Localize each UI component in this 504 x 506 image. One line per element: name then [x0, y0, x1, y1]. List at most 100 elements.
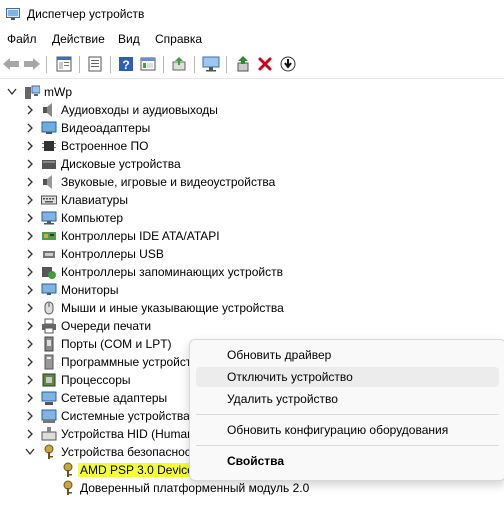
chevron-right-icon[interactable]	[24, 425, 36, 443]
menu-view[interactable]: Вид	[118, 32, 140, 46]
tree-item-print-queues[interactable]: Очереди печати	[0, 317, 504, 335]
ctx-item-label: Обновить драйвер	[227, 348, 332, 362]
chevron-right-icon[interactable]	[24, 119, 36, 137]
toolbar-separator	[194, 56, 195, 73]
enable-device-button[interactable]	[233, 54, 253, 74]
chevron-right-icon[interactable]	[24, 281, 36, 299]
tree-item-ide-controllers[interactable]: Контроллеры IDE ATA/ATAPI	[0, 227, 504, 245]
tree-item-label: Видеоадаптеры	[61, 121, 151, 135]
toolbar-separator	[110, 56, 111, 73]
toolbar-separator	[226, 56, 227, 73]
ctx-properties[interactable]: Свойства	[196, 451, 499, 471]
properties-button[interactable]	[54, 54, 74, 74]
chevron-right-icon[interactable]	[24, 263, 36, 281]
tree-item-computer[interactable]: Компьютер	[0, 209, 504, 227]
ctx-item-label: Обновить конфигурацию оборудования	[227, 423, 449, 437]
chevron-right-icon[interactable]	[24, 137, 36, 155]
chevron-down-icon[interactable]	[6, 83, 18, 101]
tree-root[interactable]: mWp	[0, 83, 504, 101]
chevron-right-icon[interactable]	[24, 173, 36, 191]
tree-item-label: Звуковые, игровые и видеоустройства	[61, 175, 276, 189]
tree-item-mice[interactable]: Мыши и иные указывающие устройства	[0, 299, 504, 317]
tree-item-label: Мониторы	[61, 283, 119, 297]
tree-item-label: Мыши и иные указывающие устройства	[61, 301, 284, 315]
chevron-right-icon[interactable]	[24, 101, 36, 119]
tree-item-label: Контроллеры USB	[61, 247, 164, 261]
tree-item-audio-io[interactable]: Аудиовходы и аудиовыходы	[0, 101, 504, 119]
tree-item-keyboards[interactable]: Клавиатуры	[0, 191, 504, 209]
tree-item-sound-devices[interactable]: Звуковые, игровые и видеоустройства	[0, 173, 504, 191]
chevron-right-icon[interactable]	[24, 335, 36, 353]
tree-item-label: Сетевые адаптеры	[61, 391, 168, 405]
chevron-right-icon[interactable]	[24, 155, 36, 173]
scan-hardware-button[interactable]	[201, 54, 221, 74]
ctx-uninstall-device[interactable]: Удалить устройство	[196, 389, 499, 409]
chevron-right-icon[interactable]	[24, 407, 36, 425]
security-key-icon	[63, 462, 73, 477]
view-button[interactable]	[138, 54, 158, 74]
tree-item-disk-drives[interactable]: Дисковые устройства	[0, 155, 504, 173]
chevron-right-icon[interactable]	[24, 299, 36, 317]
tree-root-label: mWp	[44, 85, 72, 99]
monitor-icon	[41, 283, 57, 295]
device-manager-app-icon	[6, 8, 20, 20]
tree-item-label: Аудиовходы и аудиовыходы	[61, 103, 218, 117]
tree-item-label: Порты (COM и LPT)	[61, 337, 172, 351]
keyboard-icon	[41, 195, 57, 205]
download-driver-icon	[280, 56, 296, 72]
chevron-right-icon[interactable]	[24, 389, 36, 407]
tree-item-firmware[interactable]: Встроенное ПО	[0, 137, 504, 155]
ctx-scan-hardware[interactable]: Обновить конфигурацию оборудования	[196, 420, 499, 440]
chevron-right-icon[interactable]	[24, 191, 36, 209]
sound-icon	[43, 175, 52, 189]
ctx-disable-device[interactable]: Отключить устройство	[196, 367, 499, 387]
download-driver-button[interactable]	[278, 54, 298, 74]
software-device-icon	[44, 354, 54, 370]
tree-item-label: Контроллеры IDE ATA/ATAPI	[61, 229, 220, 243]
printer-icon	[42, 318, 56, 334]
tree-item-label: Дисковые устройства	[61, 157, 181, 171]
chevron-right-icon[interactable]	[24, 245, 36, 263]
disk-drive-icon	[42, 160, 56, 169]
back-button[interactable]	[1, 54, 21, 74]
menu-help[interactable]: Справка	[155, 32, 202, 46]
tree-item-tpm[interactable]: Доверенный платформенный модуль 2.0	[0, 479, 504, 497]
security-key-icon	[44, 444, 54, 459]
tree-item-label: Встроенное ПО	[61, 139, 149, 153]
properties-icon	[56, 56, 72, 72]
menu-action[interactable]: Действие	[52, 32, 105, 46]
update-driver-button[interactable]	[169, 54, 189, 74]
window-title: Диспетчер устройств	[27, 7, 145, 21]
monitor-icon	[41, 211, 57, 225]
chevron-right-icon[interactable]	[24, 227, 36, 245]
device-list-button[interactable]	[85, 54, 105, 74]
computer-icon	[25, 85, 40, 99]
chevron-right-icon[interactable]	[24, 353, 36, 371]
tree-item-usb-controllers[interactable]: Контроллеры USB	[0, 245, 504, 263]
menu-file[interactable]: Файл	[7, 32, 37, 46]
display-adapter-icon	[41, 121, 57, 134]
tree-item-display-adapters[interactable]: Видеоадаптеры	[0, 119, 504, 137]
chevron-right-icon[interactable]	[24, 209, 36, 227]
tree-item-label: Процессоры	[61, 373, 131, 387]
context-menu: Обновить драйвер Отключить устройство Уд…	[189, 339, 504, 481]
uninstall-device-button[interactable]	[255, 54, 275, 74]
ctx-separator	[196, 414, 499, 415]
forward-button[interactable]	[22, 54, 42, 74]
port-icon	[44, 336, 54, 352]
menu-bar: Файл Действие Вид Справка	[0, 30, 504, 50]
help-button[interactable]: ?	[116, 54, 136, 74]
chevron-right-icon[interactable]	[24, 317, 36, 335]
chevron-right-icon[interactable]	[24, 371, 36, 389]
tree-item-label: Программные устройства	[61, 355, 205, 369]
tree-item-storage-controllers[interactable]: Контроллеры запоминающих устройств	[0, 263, 504, 281]
ctx-item-label: Отключить устройство	[227, 370, 353, 384]
help-icon: ?	[119, 57, 133, 72]
storage-controller-icon	[42, 267, 56, 279]
ctx-update-driver[interactable]: Обновить драйвер	[196, 345, 499, 365]
tree-item-label: Устройства безопасности	[61, 445, 203, 459]
chevron-down-icon[interactable]	[24, 443, 36, 461]
security-key-icon	[63, 480, 73, 495]
back-icon	[3, 58, 19, 70]
tree-item-monitors[interactable]: Мониторы	[0, 281, 504, 299]
